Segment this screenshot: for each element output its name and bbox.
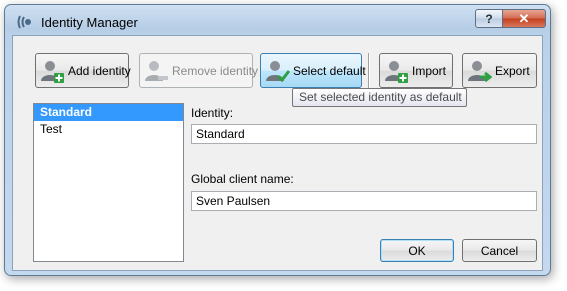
export-label: Export xyxy=(495,63,530,78)
import-label: Import xyxy=(412,63,447,78)
cancel-label: Cancel xyxy=(480,243,519,258)
cancel-button[interactable]: Cancel xyxy=(462,239,537,262)
remove-identity-label: Remove identity xyxy=(172,63,259,78)
app-icon xyxy=(17,15,31,29)
close-button[interactable]: ✕ xyxy=(502,9,546,28)
window-title: Identity Manager xyxy=(41,15,138,30)
close-icon: ✕ xyxy=(518,10,530,26)
user-add-icon xyxy=(41,60,64,83)
title-bar[interactable]: Identity Manager ? ✕ xyxy=(5,5,550,35)
user-check-icon xyxy=(266,60,290,82)
select-default-tooltip: Set selected identity as default xyxy=(292,88,467,107)
list-item[interactable]: Standard xyxy=(34,104,183,121)
client-name-field[interactable]: Sven Paulsen xyxy=(191,191,537,211)
remove-identity-button[interactable]: Remove identity xyxy=(139,53,258,88)
select-default-button[interactable]: Select default xyxy=(260,53,366,88)
ok-button[interactable]: OK xyxy=(380,239,454,262)
toolbar-separator xyxy=(368,53,370,88)
list-item[interactable]: Test xyxy=(34,121,183,138)
import-icon xyxy=(385,60,408,83)
export-button[interactable]: Export xyxy=(462,53,537,88)
import-button[interactable]: Import xyxy=(379,53,453,88)
identity-label: Identity: xyxy=(191,106,234,120)
help-icon: ? xyxy=(485,11,493,26)
export-icon xyxy=(468,60,492,82)
client-name-label: Global client name: xyxy=(191,172,294,186)
add-identity-button[interactable]: Add identity xyxy=(35,53,131,88)
dialog-client-area: Add identity Remove identity Select defa… xyxy=(12,35,543,271)
select-default-label: Select default xyxy=(293,63,366,78)
help-button[interactable]: ? xyxy=(475,9,503,28)
ok-label: OK xyxy=(408,243,426,258)
add-identity-label: Add identity xyxy=(68,63,131,78)
user-remove-icon xyxy=(145,60,168,81)
identity-manager-window: Identity Manager ? ✕ Add identity Remove… xyxy=(4,4,551,276)
identity-field[interactable]: Standard xyxy=(191,124,537,144)
identity-list[interactable]: Standard Test xyxy=(33,103,184,262)
